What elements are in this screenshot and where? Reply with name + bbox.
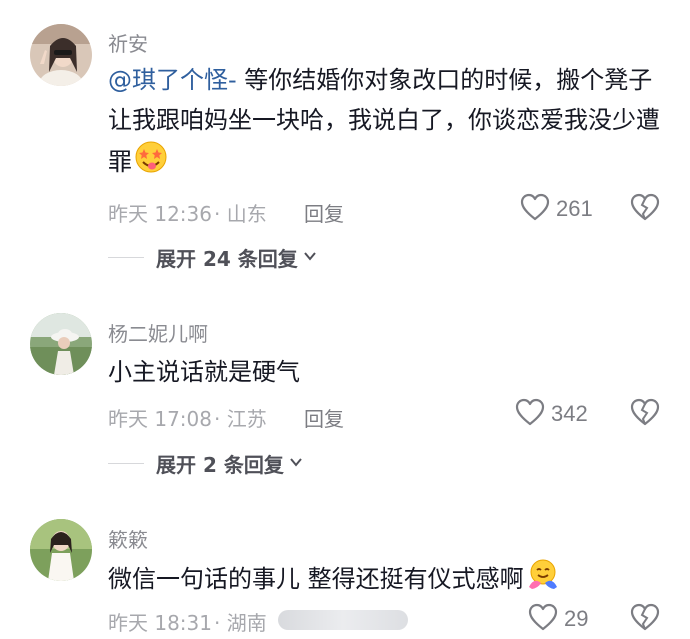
hugging-emoji-icon xyxy=(526,557,560,603)
like-button[interactable]: 342 xyxy=(515,398,588,430)
broken-heart-icon xyxy=(630,603,660,635)
expand-replies-button[interactable]: 展开 24 条回复 xyxy=(108,243,318,272)
comment-text: @琪了个怪- 等你结婚你对象改口的时候，搬个凳子让我跟咱妈坐一块哈，我说白了，你… xyxy=(108,60,668,186)
chevron-down-icon xyxy=(298,248,318,268)
like-count: 29 xyxy=(564,606,589,631)
like-button[interactable]: 261 xyxy=(520,193,593,225)
expand-replies-button[interactable]: 展开 2 条回复 xyxy=(108,449,304,478)
comment-username[interactable]: 杨二妮儿啊 xyxy=(108,318,208,347)
comment-username[interactable]: 祈安 xyxy=(108,28,148,57)
comment-text: 微信一句话的事儿 整得还挺有仪式感啊 xyxy=(108,557,668,603)
comment-meta: 昨天 18:31 · 湖南 xyxy=(108,607,267,636)
heart-outline-icon xyxy=(528,603,558,635)
expand-replies-label: 展开 24 条回复 xyxy=(156,247,298,271)
avatar[interactable] xyxy=(30,519,92,581)
blurred-overlay xyxy=(278,610,408,630)
comment-meta: 昨天 17:08 · 江苏 xyxy=(108,403,267,432)
broken-heart-icon xyxy=(630,398,660,430)
star-eyes-tongue-emoji-icon xyxy=(134,140,168,186)
heart-outline-icon xyxy=(520,193,550,225)
comment-time: 昨天 17:08 xyxy=(108,407,212,431)
dislike-button[interactable] xyxy=(630,603,660,635)
comment-location: · 江苏 xyxy=(214,407,267,431)
like-count: 261 xyxy=(556,196,593,221)
comment-time: 昨天 18:31 xyxy=(108,611,212,635)
reply-button[interactable]: 回复 xyxy=(304,403,344,432)
reply-button[interactable]: 回复 xyxy=(304,198,344,227)
like-button[interactable]: 29 xyxy=(528,603,588,635)
divider xyxy=(108,463,144,464)
comment-time: 昨天 12:36 xyxy=(108,202,212,226)
dislike-button[interactable] xyxy=(630,193,660,225)
comment-location: · 山东 xyxy=(214,202,267,226)
chevron-down-icon xyxy=(284,454,304,474)
divider xyxy=(108,257,144,258)
comment-meta: 昨天 12:36 · 山东 xyxy=(108,198,267,227)
like-count: 342 xyxy=(551,401,588,426)
mention-link[interactable]: @琪了个怪- xyxy=(108,66,237,94)
comment-text: 小主说话就是硬气 xyxy=(108,352,668,392)
comment-body: 微信一句话的事儿 整得还挺有仪式感啊 xyxy=(108,565,524,593)
dislike-button[interactable] xyxy=(630,398,660,430)
heart-outline-icon xyxy=(515,398,545,430)
comment-body: 小主说话就是硬气 xyxy=(108,358,300,386)
expand-replies-label: 展开 2 条回复 xyxy=(156,453,284,477)
avatar[interactable] xyxy=(30,24,92,86)
avatar[interactable] xyxy=(30,313,92,375)
broken-heart-icon xyxy=(630,193,660,225)
comment-username[interactable]: 簌簌 xyxy=(108,524,148,553)
comment-location: · 湖南 xyxy=(214,611,267,635)
